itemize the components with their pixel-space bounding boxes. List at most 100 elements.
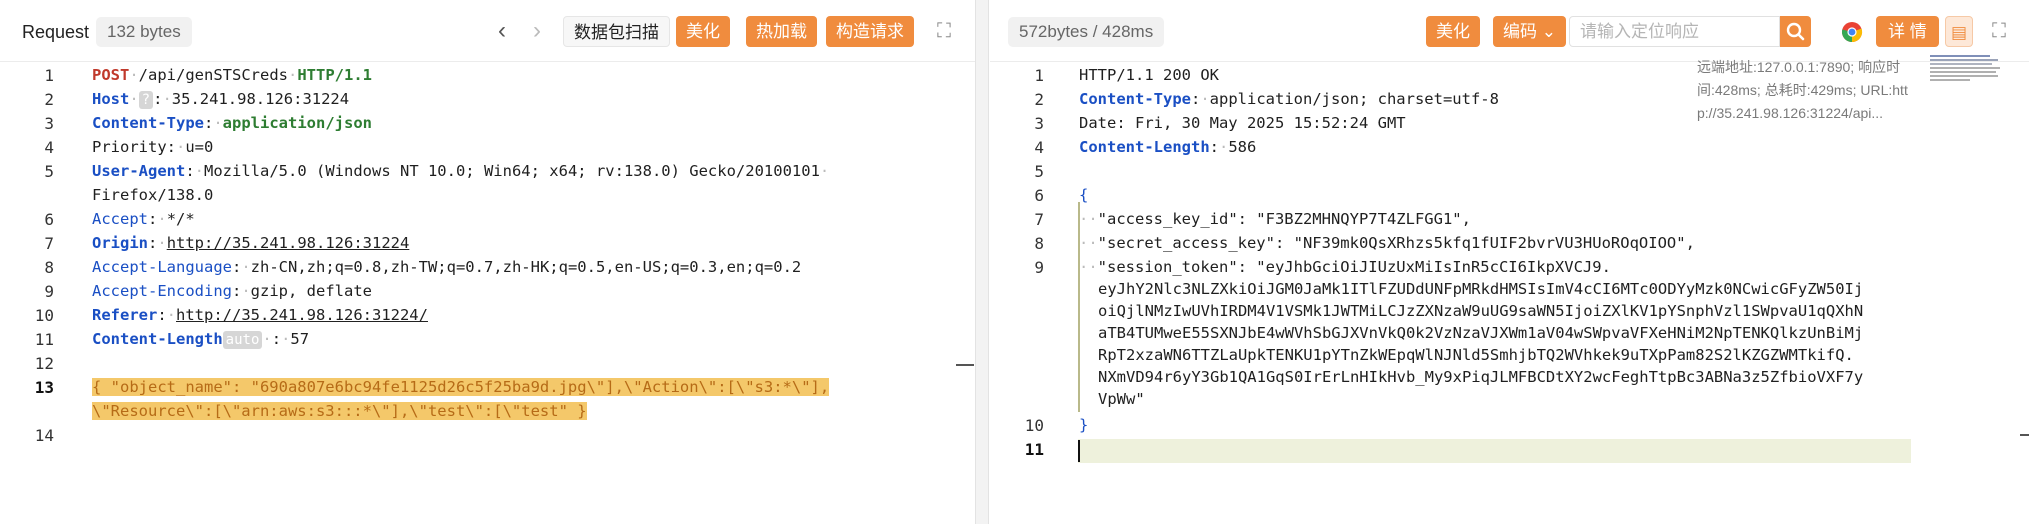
http-version: HTTP/1.1	[297, 66, 372, 84]
search-button[interactable]	[1780, 16, 1811, 47]
header-value: 586	[1228, 138, 1257, 156]
referer-link[interactable]: http://35.241.98.126:31224/	[176, 306, 428, 324]
line-number: 9	[44, 282, 54, 301]
header-key: Content-Type	[92, 114, 204, 132]
details-button[interactable]: 详 情	[1876, 16, 1939, 47]
current-line-highlight	[1078, 439, 1911, 463]
request-line: POST·/api/genSTSCreds·HTTP/1.1	[92, 66, 372, 84]
line-number: 2	[1034, 90, 1044, 109]
resp-header-content-length: Content-Length:·586	[1079, 138, 1257, 156]
line-number: 12	[34, 354, 54, 373]
session-token-wrap: RpT2xzaWN6TTZLaUpkTENKU1pYTnZkWEpqWlNJNl…	[1098, 346, 1854, 364]
line-number: 9	[1034, 258, 1044, 277]
line-number: 8	[44, 258, 54, 277]
json-line: "secret_access_key": "NF39mk0QsXRhzs5kfq…	[1097, 234, 1695, 252]
line-number: 5	[1034, 162, 1044, 181]
json-line: "session_token": "eyJhbGciOiJIUzUxMiIsIn…	[1097, 258, 1611, 276]
header-value: gzip, deflate	[250, 282, 372, 300]
host-help-badge[interactable]: ?	[138, 91, 154, 109]
header-user-agent: User-Agent:·Mozilla/5.0 (Windows NT 10.0…	[92, 162, 830, 180]
json-open-brace: {	[1079, 186, 1089, 204]
resp-header-content-type: Content-Type:·application/json; charset=…	[1079, 90, 1499, 108]
header-value: 35.241.98.126:31224	[171, 90, 350, 108]
auto-length-badge[interactable]: auto	[222, 331, 263, 349]
expand-icon[interactable]: ⛶	[931, 18, 957, 44]
header-key: Content-Length	[92, 330, 223, 348]
header-priority: Priority:·u=0	[92, 138, 214, 156]
header-accept: Accept:·*/*	[92, 210, 195, 228]
line-number: 11	[1024, 440, 1044, 459]
header-accept-language: Accept-Language:·zh-CN,zh;q=0.8,zh-TW;q=…	[92, 258, 802, 276]
expand-icon[interactable]: ⛶	[1986, 18, 2012, 44]
hot-reload-button[interactable]: 热加载	[746, 16, 817, 47]
session-token-wrap: NXmVD94r6yY3Gb1QA1GqS0IrErLnHIkHvb_My9xP…	[1098, 368, 1864, 386]
scroll-marker	[2020, 434, 2029, 436]
header-value: zh-CN,zh;q=0.8,zh-TW;q=0.7,zh-HK;q=0.5,e…	[250, 258, 802, 276]
resp-header-date: Date: Fri, 30 May 2025 15:52:24 GMT	[1079, 114, 1406, 132]
line-number: 3	[44, 114, 54, 133]
line-number: 8	[1034, 234, 1044, 253]
packet-scan-button[interactable]: 数据包扫描	[563, 16, 670, 47]
header-host: Host·?:·35.241.98.126:31224	[92, 90, 350, 109]
scroll-marker	[956, 364, 974, 366]
selected-body-text: \"Resource\":[\"arn:aws:s3:::*\"],\"test…	[92, 402, 587, 420]
line-number: 3	[1034, 114, 1044, 133]
line-number: 4	[1034, 138, 1044, 157]
line-number: 5	[44, 162, 54, 181]
header-referer: Referer:·http://35.241.98.126:31224/	[92, 306, 428, 324]
header-key: User-Agent	[92, 162, 186, 180]
header-value: application/json	[222, 114, 372, 132]
header-key: Referer	[92, 306, 158, 324]
line-number: 13	[34, 378, 54, 397]
session-token-wrap: aTB4TUMweE55SXNJbE4wWVhSbGJXVnVkQ0k2VzNz…	[1098, 324, 1864, 342]
line-number: 10	[34, 306, 54, 325]
origin-link[interactable]: http://35.241.98.126:31224	[167, 234, 410, 252]
header-content-type: Content-Type:·application/json	[92, 114, 372, 132]
header-key: Host	[92, 90, 130, 108]
request-title: Request	[22, 22, 90, 42]
search-icon	[1786, 22, 1805, 41]
chevron-left-icon[interactable]: ‹	[489, 16, 515, 46]
encoding-dropdown[interactable]: 编码 ⌄	[1493, 16, 1566, 47]
indent-guide	[1078, 202, 1080, 412]
header-content-length: Content-Length auto ·:·57	[92, 330, 310, 349]
comment-icon[interactable]: ▤	[1945, 16, 1973, 47]
json-access-key-id: ··"access_key_id": "F3BZ2MHNQYP7T4ZLFGG1…	[1079, 210, 1471, 228]
response-viewer[interactable]: 1 2 3 4 5 6 7 8 9 10 11 HTTP/1.1 200 OK …	[990, 62, 2029, 524]
header-key: Accept-Language	[92, 258, 232, 276]
header-key: Accept	[92, 210, 148, 228]
line-number: 2	[44, 90, 54, 109]
response-pane: 572bytes / 428ms 美化 编码 ⌄ 详 情 ▤ ⛶ 远端地址:12…	[990, 0, 2029, 524]
split-divider[interactable]	[976, 0, 989, 524]
header-key: Origin	[92, 234, 148, 252]
response-toolbar: 572bytes / 428ms 美化 编码 ⌄ 详 情 ▤ ⛶	[990, 0, 2029, 62]
encoding-label: 编码	[1503, 22, 1537, 41]
session-token-wrap: eyJhY2Nlc3NLZXkiOiJGM0JaMk1ITlFZUDdUNFpM…	[1098, 280, 1864, 298]
session-token-wrap: VpWw"	[1098, 390, 1145, 408]
chevron-down-icon: ⌄	[1541, 22, 1556, 41]
session-token-wrap: oiQjlNMzIwUVhIRDM4V1VSMk1JWTMiLCJzZXNzaW…	[1098, 302, 1864, 320]
locate-response-input[interactable]	[1569, 16, 1780, 47]
line-number: 10	[1024, 416, 1044, 435]
request-beautify-button[interactable]: 美化	[676, 16, 730, 47]
header-key: Content-Type	[1079, 90, 1191, 108]
header-value: u=0	[185, 138, 214, 156]
request-editor[interactable]: 1 2 3 4 5 6 7 8 9 10 11 12 13 14 POST·/a…	[0, 62, 975, 524]
json-session-token: ··"session_token": "eyJhbGciOiJIUzUxMiIs…	[1079, 258, 1611, 276]
selected-body-text: { "object_name": "690a807e6bc94fe1125d26…	[92, 378, 830, 396]
text-cursor	[1078, 440, 1080, 462]
request-path: /api/genSTSCreds	[138, 66, 288, 84]
response-size-badge: 572bytes / 428ms	[1008, 17, 1165, 47]
request-body-line2: \"Resource\":[\"arn:aws:s3:::*\"],\"test…	[92, 402, 587, 420]
request-pane: Request 132 bytes ‹ › 数据包扫描 美化 热加载 构造请求 …	[0, 0, 976, 524]
chevron-right-icon[interactable]: ›	[524, 16, 550, 46]
chrome-icon[interactable]	[1841, 21, 1863, 43]
header-value: */*	[166, 210, 195, 228]
header-value: 57	[290, 330, 310, 348]
http-editor-window: Request 132 bytes ‹ › 数据包扫描 美化 热加载 构造请求 …	[0, 0, 2029, 524]
build-request-button[interactable]: 构造请求	[826, 16, 914, 47]
json-secret-access-key: ··"secret_access_key": "NF39mk0QsXRhzs5k…	[1079, 234, 1695, 252]
response-beautify-button[interactable]: 美化	[1426, 16, 1480, 47]
line-number: 6	[44, 210, 54, 229]
header-key: Accept-Encoding	[92, 282, 232, 300]
